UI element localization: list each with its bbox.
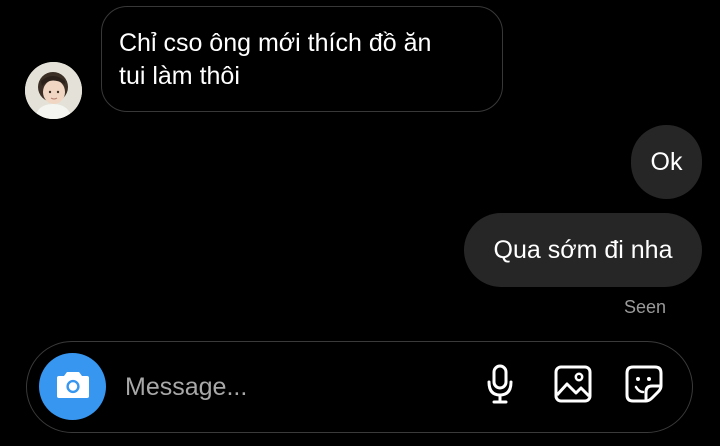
sticker-icon [625,365,663,408]
message-input[interactable] [125,364,455,410]
gallery-button[interactable] [553,365,593,408]
seen-status: Seen [623,297,666,317]
message-composer [26,341,693,433]
camera-button[interactable] [39,353,106,420]
sender-avatar[interactable] [25,62,82,119]
outgoing-message-bubble[interactable]: Qua sớm đi nha [464,213,702,287]
microphone-icon [486,364,514,409]
gallery-icon [554,365,592,408]
voice-message-button[interactable] [480,364,520,409]
outgoing-message-bubble[interactable]: Ok [631,125,702,199]
camera-icon [56,369,90,404]
incoming-message-bubble[interactable]: Chỉ cso ông mới thích đồ ăn tui làm thôi [101,6,503,112]
sticker-button[interactable] [624,365,664,408]
